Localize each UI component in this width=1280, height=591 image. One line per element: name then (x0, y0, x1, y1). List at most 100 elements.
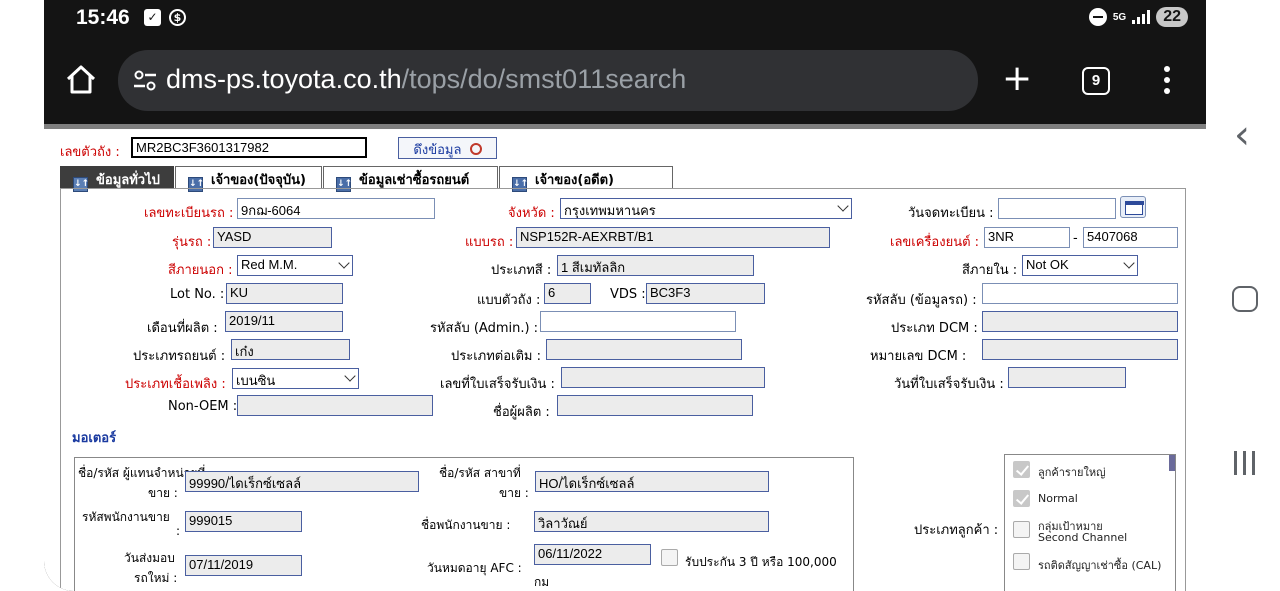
page-content: เลขตัวถัง : MR2BC3F3601317982 ดึงข้อมูล … (44, 124, 1206, 591)
regdate-label: วันจดทะเบียน : (908, 206, 994, 221)
type-label: แบบรถ : (465, 235, 514, 250)
colortype-input[interactable]: 1 สีเมทัลลิก (557, 255, 754, 276)
customer-type-checkbox[interactable] (1013, 490, 1030, 507)
delivery-label-line1: วันส่งมอบ (124, 551, 175, 565)
receiptdate-input[interactable] (1008, 367, 1126, 388)
receipt-label: เลขที่ใบเสร็จรับเงิน : (440, 377, 555, 392)
delivery-input[interactable]: 07/11/2019 (185, 555, 302, 576)
customer-type-item: Normal (1038, 492, 1078, 505)
body-label: แบบตัวถัง : (477, 293, 541, 308)
model-input[interactable]: YASD (213, 227, 332, 248)
url-text[interactable]: dms-ps.toyota.co.th/tops/do/smst011searc… (166, 64, 686, 95)
nonoem-input[interactable] (237, 395, 433, 416)
chevron-down-icon (837, 200, 849, 212)
province-label: จังหวัด : (508, 206, 555, 221)
tab-general-info[interactable]: ↓↑ ข้อมูลทั่วไป (60, 166, 174, 192)
more-menu-icon[interactable] (1164, 66, 1172, 98)
status-right: 5G 22 (1088, 7, 1188, 27)
calendar-icon[interactable] (1120, 196, 1146, 218)
body-input[interactable]: 6 (544, 283, 591, 304)
customer-type-label: ประเภทลูกค้า : (914, 523, 999, 538)
staffcode-input[interactable]: 999015 (185, 511, 302, 532)
delivery-label-line2: รถใหม่ : (134, 571, 178, 585)
extension-label: ประเภทต่อเติม : (451, 349, 542, 364)
customer-type-checkbox[interactable] (1013, 521, 1030, 538)
warranty-checkbox[interactable] (661, 549, 678, 566)
lot-input[interactable]: KU (226, 283, 343, 304)
scrollbar[interactable] (1169, 455, 1175, 471)
plate-label: เลขทะเบียนรถ : (144, 206, 234, 221)
phone-screen: 15:46 ✓ $ 5G 22 dms-ps.toyota.co.th/tops… (44, 0, 1206, 591)
regdate-input[interactable] (998, 198, 1116, 219)
extcolor-select[interactable]: Red M.M. (237, 255, 353, 276)
tab-switcher-icon[interactable]: 9 (1082, 67, 1110, 95)
header-divider (44, 124, 1206, 129)
afc-input[interactable]: 06/11/2022 (534, 544, 651, 565)
extension-input[interactable] (546, 339, 742, 360)
new-tab-icon[interactable]: + (1002, 61, 1032, 97)
customer-type-checkbox[interactable] (1013, 553, 1030, 570)
secret-input[interactable] (982, 283, 1178, 304)
vds-input[interactable]: BC3F3 (646, 283, 765, 304)
province-select[interactable]: กรุงเทพมหานคร (560, 198, 852, 219)
browser-home-icon[interactable] (64, 62, 98, 96)
network-type: 5G (1112, 11, 1127, 23)
dealer-label-line2: ขาย : (148, 486, 178, 500)
back-nav-icon[interactable]: ‹ (1234, 112, 1250, 158)
intcolor-select[interactable]: Not OK (1022, 255, 1138, 276)
staffcode-label-line2: : (176, 524, 181, 538)
engine-number-input[interactable]: 5407068 (1083, 227, 1178, 248)
url-host: dms-ps.toyota.co.th (166, 64, 402, 94)
lot-label: Lot No. : (170, 287, 225, 302)
engine-prefix-input[interactable]: 3NR (984, 227, 1070, 248)
url-bar[interactable]: dms-ps.toyota.co.th/tops/do/smst011searc… (118, 50, 978, 111)
cartype-input[interactable]: เก๋ง (231, 339, 350, 360)
tab-previous-owner[interactable]: ↓↑ เจ้าของ(อดีต) (499, 166, 673, 192)
tab-current-owner[interactable]: ↓↑ เจ้าของ(ปัจจุบัน) (175, 166, 322, 192)
staffname-input[interactable]: วิลาวัณย์ (534, 511, 769, 532)
type-input[interactable]: NSP152R-AEXRBT/B1 (516, 227, 830, 248)
staffcode-label-line1: รหัสพนักงานขาย (82, 510, 170, 524)
dcmno-input[interactable] (982, 339, 1178, 360)
site-settings-icon[interactable] (132, 69, 158, 93)
engine-label: เลขเครื่องยนต์ : (890, 235, 980, 250)
dcmno-label: หมายเลข DCM : (870, 349, 967, 364)
vin-input[interactable]: MR2BC3F3601317982 (131, 137, 367, 158)
url-path: /tops/do/smst011search (401, 64, 687, 94)
admin-input[interactable] (540, 311, 736, 332)
mfgmonth-input[interactable]: 2019/11 (225, 311, 343, 332)
colortype-label: ประเภทสี : (491, 263, 552, 278)
warranty-unit: กม (534, 575, 550, 589)
dcmtype-label: ประเภท DCM : (891, 321, 978, 336)
vds-label: VDS : (610, 287, 646, 302)
motor-section-title: มอเตอร์ (72, 431, 117, 446)
branch-label-line1: ชื่อ/รหัส สาขาที่ (439, 466, 521, 480)
maker-label: ชื่อผู้ผลิต : (493, 405, 550, 420)
home-nav-icon[interactable] (1232, 286, 1258, 312)
extcolor-label: สีภายนอก : (168, 263, 233, 278)
cartype-label: ประเภทรถยนต์ : (133, 349, 226, 364)
tab-hire-purchase[interactable]: ↓↑ ข้อมูลเช่าซื้อรถยนต์ (323, 166, 498, 192)
plate-input[interactable]: 9กฌ-6064 (237, 198, 435, 219)
receipt-input[interactable] (561, 367, 765, 388)
dealer-input[interactable]: 99990/ไดเร็กซ์เซลล์ (185, 471, 419, 492)
vin-label: เลขตัวถัง : (60, 145, 120, 160)
dcmtype-input[interactable] (982, 311, 1178, 332)
fetch-data-button[interactable]: ดึงข้อมูล (398, 137, 497, 159)
nonoem-label: Non-OEM : (168, 399, 238, 414)
customer-type-checkbox[interactable] (1013, 461, 1030, 478)
maker-input[interactable] (557, 395, 753, 416)
receiptdate-label: วันที่ใบเสร็จรับเงิน : (894, 377, 1004, 392)
checkbox-notification-icon: ✓ (144, 9, 161, 26)
customer-type-item: รถติดสัญญาเช่าซื้อ (CAL) (1038, 559, 1162, 572)
recent-apps-icon[interactable] (1232, 451, 1258, 477)
afc-label: วันหมดอายุ AFC : (427, 561, 522, 575)
fuel-select[interactable]: เบนซิน (232, 368, 359, 389)
mfgmonth-label: เดือนที่ผลิต : (147, 321, 218, 336)
chevron-down-icon (1123, 257, 1135, 269)
signal-icon (1132, 10, 1151, 24)
branch-input[interactable]: HO/ไดเร็กซ์เซลล์ (535, 471, 769, 492)
chevron-down-icon (344, 370, 356, 382)
secret-label: รหัสลับ (ข้อมูลรถ) : (866, 293, 977, 308)
model-label: รุ่นรถ : (172, 235, 212, 250)
